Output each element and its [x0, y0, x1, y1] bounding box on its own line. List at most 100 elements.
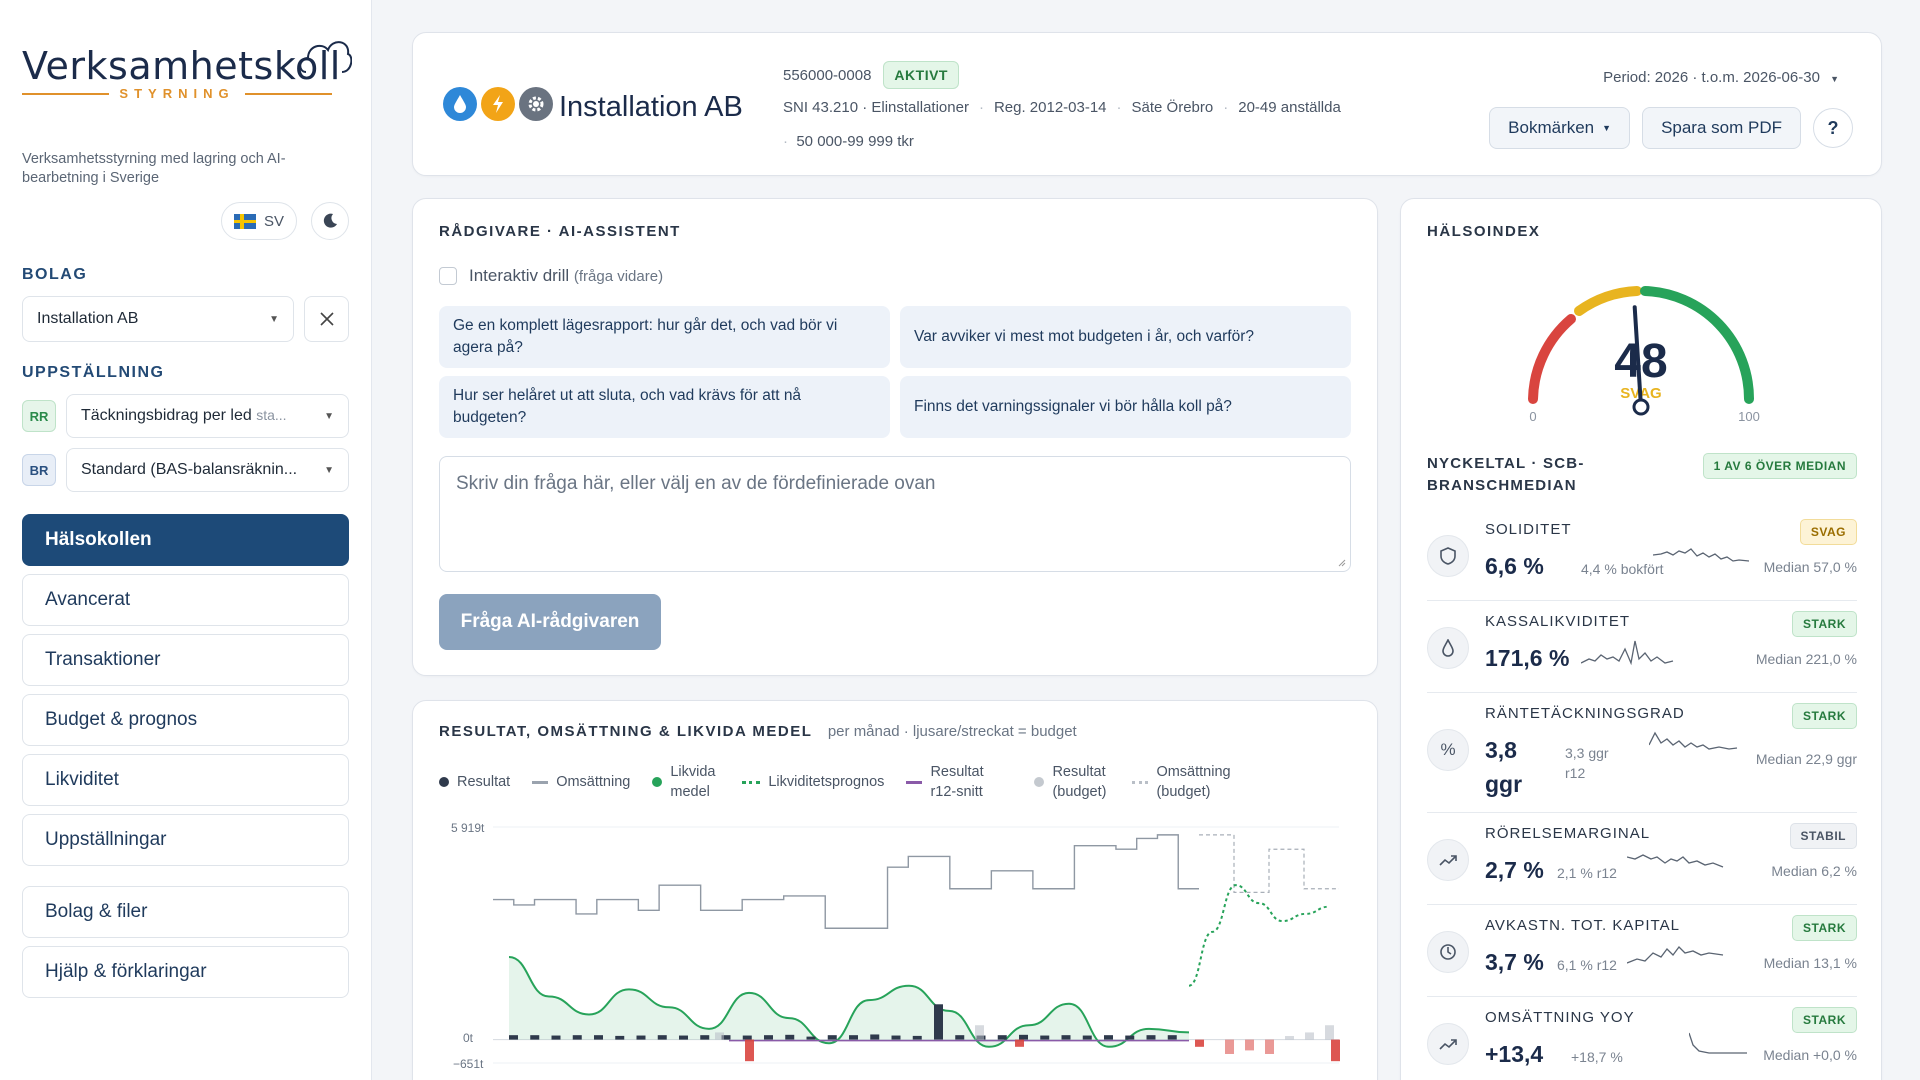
clear-company-button[interactable] [304, 296, 349, 342]
kpi-title: NYCKELTAL · SCB-BRANSCHMEDIAN [1427, 455, 1585, 494]
close-icon [319, 312, 334, 326]
result-chart: 5 919t 0t −651t [451, 821, 1340, 1071]
legend-resultat[interactable]: Resultat [439, 772, 510, 792]
kpi-aux: 3,3 ggr [1565, 745, 1609, 761]
kpi-row-rorelsemarginal[interactable]: RÖRELSEMARGINAL 2,7 % 2,1 % r12 Median 6… [1427, 813, 1857, 905]
series-likvida-medel-area [509, 956, 1189, 1047]
preset-question-1[interactable]: Ge en komplett lägesrapport: hur går det… [439, 306, 890, 368]
language-button[interactable]: SV [220, 202, 297, 240]
preset-question-3[interactable]: Hur ser helåret ut att sluta, och vad kr… [439, 376, 890, 438]
trend-up-icon [1427, 839, 1469, 881]
kpi-value: 3,7 % [1485, 949, 1544, 975]
bar-resultat [997, 1035, 1007, 1040]
bar-resultat [764, 1035, 773, 1040]
kpi-median: Median 13,1 % [1763, 955, 1857, 971]
dark-mode-toggle[interactable] [311, 202, 349, 240]
bar-resultat [1061, 1035, 1071, 1040]
kpi-aux: +18,7 % [1571, 1049, 1623, 1065]
legend-resultat-r12[interactable]: Resultat r12-snitt [906, 762, 1012, 802]
ask-ai-button[interactable]: Fråga AI-rådgivaren [439, 594, 661, 650]
drill-label: Interaktiv drill (fråga vidare) [469, 266, 663, 286]
employees: 20-49 anställda [1238, 99, 1341, 116]
company-meta: SNI 43.210 · Elinstallationer · Reg. 2012… [783, 99, 1341, 116]
y-tick-bottom: −651t [453, 1057, 484, 1071]
bar-resultat [1167, 1035, 1177, 1040]
resize-handle-icon[interactable] [1336, 557, 1346, 567]
legend-omsattning[interactable]: Omsättning [532, 772, 630, 792]
kpi-summary-badge: 1 AV 6 ÖVER MEDIAN [1702, 453, 1857, 479]
kpi-aux: 2,1 % r12 [1557, 865, 1617, 881]
nav-likviditet[interactable]: Likviditet [22, 754, 349, 806]
bar-resultat-budget [975, 1025, 984, 1040]
bookmarks-button[interactable]: Bokmärken ▼ [1489, 107, 1631, 149]
bar-resultat-budget [1331, 1039, 1340, 1062]
gauge-max: 100 [1738, 409, 1760, 424]
sni-code: SNI 43.210 · Elinstallationer [783, 99, 969, 116]
caret-down-icon: ▼ [324, 464, 334, 476]
preset-question-2[interactable]: Var avviker vi mest mot budgeten i år, o… [900, 306, 1351, 368]
kpi-row-avkastning[interactable]: AVKASTN. TOT. KAPITAL 3,7 % 6,1 % r12 Me… [1427, 905, 1857, 997]
interactive-drill-checkbox[interactable] [439, 267, 457, 285]
kpi-sparkline [1627, 946, 1724, 964]
bar-resultat [636, 1035, 646, 1040]
nav-budget-prognos[interactable]: Budget & prognos [22, 694, 349, 746]
preset-question-4[interactable]: Finns det varningssignaler vi bör hålla … [900, 376, 1351, 438]
legend-likvida-medel[interactable]: Likvida medel [652, 762, 720, 802]
legend-resultat-budget[interactable]: Resultat (budget) [1034, 762, 1110, 802]
rr-tag: RR [22, 400, 56, 432]
caret-down-icon: ▼ [324, 410, 334, 422]
bar-resultat [891, 1035, 901, 1040]
water-drop-icon [443, 87, 477, 121]
health-title: HÄLSOINDEX [1427, 223, 1541, 240]
health-gauge: 48 SVAG 0 100 [1528, 286, 1760, 424]
bar-resultat [1104, 1035, 1113, 1040]
nav-avancerat[interactable]: Avancerat [22, 574, 349, 626]
bar-resultat-budget [1225, 1039, 1234, 1054]
logo[interactable]: Verksamhetskoll STYRNING [22, 30, 352, 108]
series-omsattning-line [493, 834, 1199, 929]
kpi-value: 6,6 % [1485, 553, 1544, 579]
period-select[interactable]: Period: 2026 · t.o.m. 2026-06-30 ▼ [1603, 69, 1839, 86]
kpi-row-rantetackningsgrad[interactable]: % RÄNTETÄCKNINGSGRAD 3,8 ggr 3,3 ggr r12… [1427, 693, 1857, 813]
bar-resultat [594, 1035, 603, 1040]
kpi-badge: STARK [1792, 703, 1857, 729]
help-button[interactable]: ? [1813, 108, 1853, 148]
nav-hjalp[interactable]: Hjälp & förklaringar [22, 946, 349, 998]
br-select[interactable]: Standard (BAS-balansräknin... ▼ [66, 448, 349, 492]
bar-resultat [742, 1035, 752, 1040]
drill-subtext: (fråga vidare) [573, 268, 664, 285]
tagline: Verksamhetsstyrning med lagring och AI-b… [22, 151, 286, 186]
kpi-aux: 4,4 % bokfört [1581, 561, 1664, 577]
rr-select[interactable]: Täckningsbidrag per led sta... ▼ [66, 394, 349, 438]
nav-uppstallningar[interactable]: Uppställningar [22, 814, 349, 866]
kpi-aux-2: r12 [1565, 765, 1586, 781]
nav-bolag-filer[interactable]: Bolag & filer [22, 886, 349, 938]
kpi-row-soliditet[interactable]: SOLIDITET 6,6 % 4,4 % bokfört Median 57,… [1427, 509, 1857, 601]
bar-resultat [806, 1036, 816, 1040]
kpi-name: SOLIDITET [1485, 521, 1572, 538]
caret-down-icon: ▼ [1830, 74, 1839, 84]
kpi-median: Median +0,0 % [1763, 1047, 1857, 1063]
kpi-row-omsattning-yoy[interactable]: OMSÄTTNING YOY +13,4 +18,7 % Median +0,0… [1427, 997, 1857, 1080]
question-textarea[interactable]: Skriv din fråga här, eller välj en av de… [439, 456, 1351, 572]
main-nav: Hälsokollen Avancerat Transaktioner Budg… [22, 514, 349, 998]
legend-label: Resultat r12-snitt [930, 764, 984, 800]
legend-likviditetsprognos[interactable]: Likviditetsprognos [742, 772, 884, 792]
bar-resultat [912, 1035, 922, 1040]
bar-resultat-budget [745, 1039, 754, 1062]
kpi-row-kassalikviditet[interactable]: KASSALIKVIDITET 171,6 % Median 221,0 % S… [1427, 601, 1857, 693]
series-likviditetsprognos-line [1188, 884, 1330, 987]
language-code: SV [263, 212, 284, 230]
bookmarks-label: Bokmärken [1508, 118, 1595, 137]
shield-icon [1427, 535, 1469, 577]
nav-transaktioner[interactable]: Transaktioner [22, 634, 349, 686]
y-tick-zero: 0t [463, 1031, 474, 1045]
legend-omsattning-budget[interactable]: Omsättning (budget) [1132, 762, 1234, 802]
nav-halsokollen[interactable]: Hälsokollen [22, 514, 349, 566]
save-pdf-button[interactable]: Spara som PDF [1642, 107, 1801, 149]
bar-resultat [1125, 1035, 1135, 1040]
kpi-name: RÄNTETÄCKNINGSGRAD [1485, 705, 1685, 722]
bar-resultat-budget [1285, 1036, 1294, 1040]
company-select[interactable]: Installation AB ▼ [22, 296, 295, 342]
trend-up-icon [1427, 1023, 1469, 1065]
